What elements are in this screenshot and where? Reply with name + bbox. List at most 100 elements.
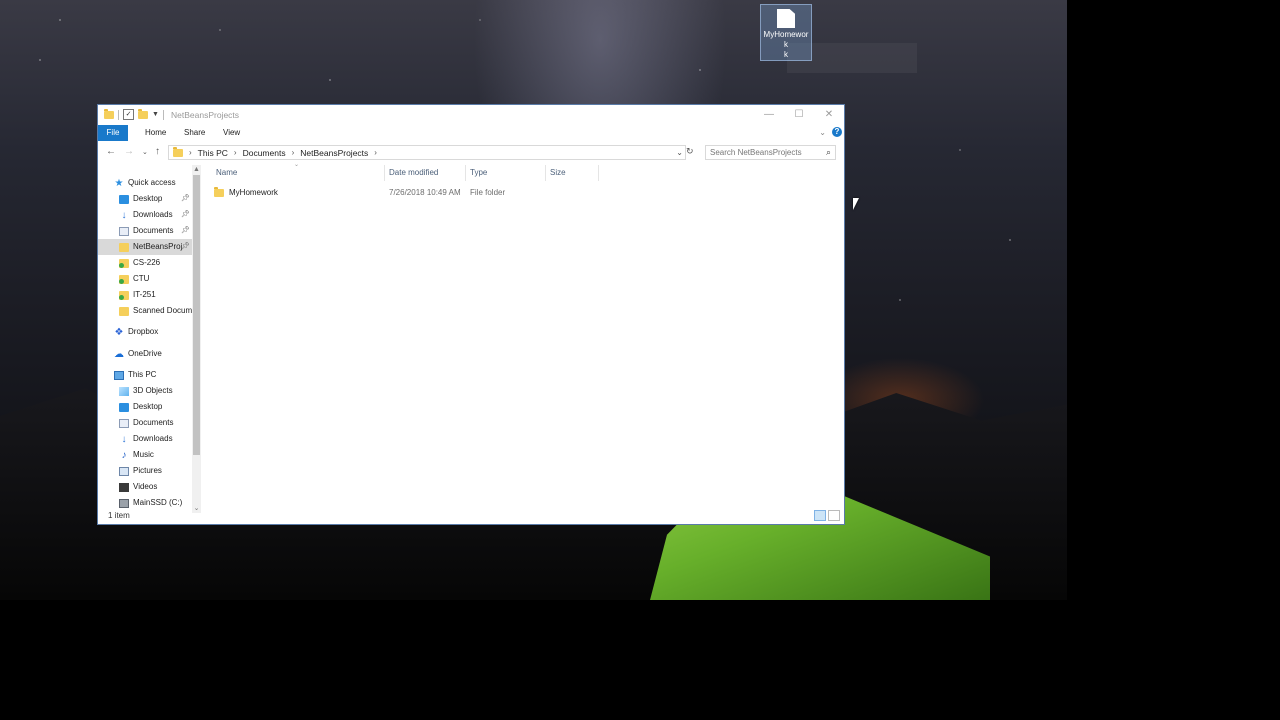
search-input[interactable]: Search NetBeansProjects ⌕ [705,145,836,160]
nav-pane-scrollbar[interactable]: ▲ ⌄ [192,165,201,513]
scroll-up-arrow-icon[interactable]: ▲ [192,165,201,174]
breadcrumb-this-pc[interactable]: This PC [198,148,228,158]
column-divider[interactable] [465,165,466,181]
nav-item-ctu[interactable]: CTU [119,271,149,287]
sort-indicator-icon: ⌄ [294,162,300,168]
breadcrumb-separator-icon[interactable]: › [234,148,237,157]
forward-arrow-icon[interactable]: → [124,146,134,157]
desktop-icon [119,194,129,204]
scrollbar-thumb[interactable] [193,175,200,455]
nav-item-netbeansprojects[interactable]: NetBeansProj [98,239,192,255]
column-header-size[interactable]: Size [550,165,566,181]
column-divider[interactable] [545,165,546,181]
star-icon: ★ [114,177,124,189]
breadcrumb-separator-icon[interactable]: › [374,148,377,157]
tab-home[interactable]: Home [145,125,166,141]
desktop-icon-label: MyHomework k [763,30,809,59]
folder-icon [119,242,129,252]
new-folder-icon[interactable] [138,108,148,119]
tab-file[interactable]: File [98,125,128,141]
refresh-icon[interactable]: ↻ [686,146,694,157]
cube-icon [119,386,129,396]
nav-item-pictures[interactable]: Pictures [119,463,162,479]
column-header-date-modified[interactable]: Date modified [389,165,438,181]
expand-ribbon-chevron-icon[interactable]: ⌄ [819,128,826,137]
search-icon[interactable]: ⌕ [826,146,831,159]
drive-icon [119,498,129,508]
nav-quick-access[interactable]: ★ Quick access [114,175,176,191]
nav-onedrive[interactable]: ☁ OneDrive [114,346,162,362]
documents-icon [119,226,129,236]
folder-icon [214,186,224,197]
nav-dropbox[interactable]: ❖ Dropbox [114,324,159,340]
nav-item-downloads[interactable]: ↓ Downloads [119,207,173,223]
folder-icon [104,108,114,119]
type-cell: File folder [470,188,506,197]
nav-item-pc-documents[interactable]: Documents [119,415,173,431]
pin-icon[interactable]: 📌︎ [181,194,190,202]
recent-locations-chevron-icon[interactable]: ⌄ [142,148,148,156]
nav-item-it-251[interactable]: IT-251 [119,287,156,303]
close-button[interactable]: ✕ [814,105,844,125]
toolbar-divider [118,109,119,120]
document-icon [777,9,795,28]
details-view-button[interactable] [814,510,826,521]
minimize-button[interactable]: — [754,105,784,125]
nav-item-videos[interactable]: Videos [119,479,157,495]
address-dropdown-chevron-icon[interactable]: ⌄ [676,146,683,159]
cloud-icon: ☁ [114,348,124,360]
date-modified-cell: 7/26/2018 10:49 AM [389,188,461,197]
address-bar[interactable]: › This PC › Documents › NetBeansProjects… [168,145,686,160]
toolbar-divider [162,109,164,120]
tab-share[interactable]: Share [184,125,205,141]
view-toggle [814,510,840,521]
navigation-pane: ★ Quick access Desktop 📌︎ ↓ Downloads 📌︎ D… [98,165,202,513]
maximize-button[interactable]: ☐ [784,105,814,125]
breadcrumb-documents[interactable]: Documents [243,148,286,158]
download-arrow-icon: ↓ [121,209,127,221]
documents-icon [119,418,129,428]
breadcrumb-netbeansprojects[interactable]: NetBeansProjects [300,148,368,158]
file-explorer-window: ✓ ▼ NetBeansProjects — ☐ ✕ File Home Sha… [97,104,845,525]
help-icon[interactable]: ? [832,127,842,137]
desktop-icon [119,402,129,412]
column-header-name[interactable]: Name [216,165,237,181]
nav-this-pc[interactable]: This PC [114,367,156,383]
nav-item-desktop[interactable]: Desktop [119,191,162,207]
synced-folder-icon [119,274,129,284]
status-bar: 1 item [98,508,844,524]
file-name-cell[interactable]: MyHomework [214,185,278,200]
customize-toolbar-arrow-icon[interactable]: ▼ [152,111,159,118]
nav-item-pc-desktop[interactable]: Desktop [119,399,162,415]
large-icons-view-button[interactable] [828,510,840,521]
nav-item-pc-downloads[interactable]: ↓ Downloads [119,431,173,447]
properties-check-icon[interactable]: ✓ [123,109,134,120]
dropbox-icon: ❖ [114,326,124,338]
music-note-icon: ♪ [121,449,127,461]
tab-view[interactable]: View [223,125,240,141]
nav-item-music[interactable]: ♪ Music [119,447,154,463]
back-arrow-icon[interactable]: ← [106,146,116,157]
nav-item-scanned-documents[interactable]: Scanned Docum [119,303,192,319]
desktop-file-icon-myhomework[interactable]: MyHomework k [760,4,812,61]
search-placeholder: Search NetBeansProjects [710,148,802,157]
nav-item-cs-226[interactable]: CS-226 [119,255,160,271]
folder-icon [119,306,129,316]
breadcrumb-separator-icon[interactable]: › [189,148,192,157]
breadcrumb-separator-icon[interactable]: › [292,148,295,157]
nav-item-3d-objects[interactable]: 3D Objects [119,383,173,399]
pictures-icon [119,466,129,476]
pin-icon[interactable]: 📌︎ [181,226,190,234]
table-row[interactable]: MyHomework 7/26/2018 10:49 AM File folde… [210,185,600,200]
column-header-type[interactable]: Type [470,165,487,181]
title-bar: ✓ ▼ NetBeansProjects — ☐ ✕ [98,105,844,125]
up-arrow-icon[interactable]: ↑ [155,146,160,157]
ribbon-tabs: File Home Share View ⌄ ? [98,125,844,141]
pin-icon[interactable]: 📌︎ [181,210,190,218]
column-divider[interactable] [598,165,599,181]
nav-item-documents[interactable]: Documents [119,223,173,239]
column-divider[interactable] [384,165,385,181]
window-title: NetBeansProjects [171,110,240,120]
mouse-cursor-icon [853,198,859,210]
pin-icon[interactable]: 📌︎ [181,242,190,250]
